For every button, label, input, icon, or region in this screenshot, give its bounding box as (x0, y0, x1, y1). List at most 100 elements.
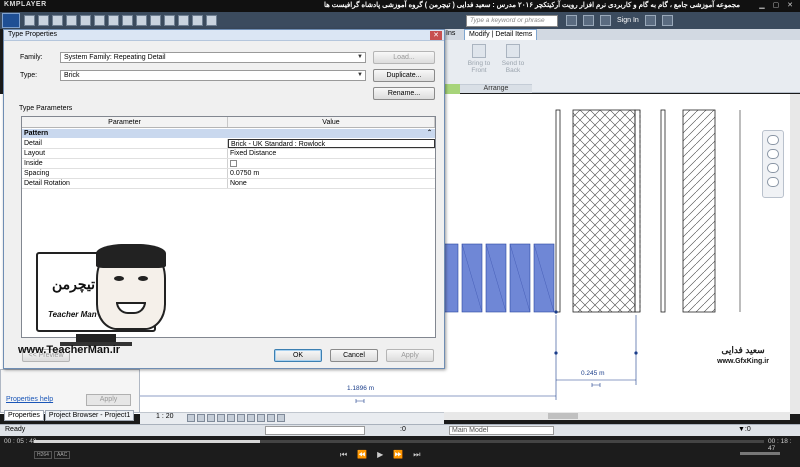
load-button[interactable]: Load... (373, 51, 435, 64)
print-icon[interactable] (80, 15, 91, 26)
table-row[interactable]: Layout Fixed Distance (22, 149, 435, 159)
application-menu-button[interactable] (2, 13, 20, 28)
design-option-dropdown[interactable]: Main Model (449, 426, 554, 435)
param-value-spacing[interactable]: 0.0750 m (228, 169, 435, 178)
sign-in-link[interactable]: Sign In (617, 17, 639, 24)
redo-icon[interactable] (66, 15, 77, 26)
vertical-scrollbar[interactable] (790, 94, 800, 414)
tab-modify-detail-items[interactable]: Modify | Detail Items (464, 29, 538, 40)
rename-button[interactable]: Rename... (373, 87, 435, 100)
view-control-icons (187, 414, 285, 422)
measure-icon[interactable] (94, 15, 105, 26)
collapse-icon[interactable]: ⌃ (427, 129, 432, 138)
workset-dropdown[interactable] (265, 426, 365, 435)
show-crop-icon[interactable] (237, 414, 245, 422)
infocenter: Sign In (566, 15, 673, 26)
3d-view-icon[interactable] (150, 15, 161, 26)
drawing-area[interactable] (444, 94, 800, 414)
family-combo[interactable]: System Family: Repeating Detail ▼ (60, 52, 366, 63)
section-pattern[interactable]: Pattern ⌃ (22, 129, 435, 138)
tag-icon[interactable] (122, 15, 133, 26)
filter-icon[interactable]: ▼:0 (738, 426, 751, 433)
nav-options-icon[interactable] (767, 177, 779, 187)
visual-style-icon[interactable] (197, 414, 205, 422)
column-header-value[interactable]: Value (228, 117, 435, 127)
save-icon[interactable] (38, 15, 49, 26)
column-header-parameter[interactable]: Parameter (22, 117, 228, 127)
volume-slider[interactable] (740, 452, 780, 455)
help-icon[interactable] (661, 15, 673, 26)
window-controls[interactable]: ▁ ▢ ✕ (759, 1, 796, 9)
dimension-icon[interactable] (108, 15, 119, 26)
type-parameters-label: Type Parameters (19, 105, 73, 112)
param-value-layout[interactable]: Fixed Distance (228, 149, 435, 158)
next-icon[interactable]: ⏭ (413, 450, 420, 460)
switch-windows-icon[interactable] (206, 15, 217, 26)
exchange-apps-icon[interactable] (644, 15, 656, 26)
reveal-hidden-icon[interactable] (267, 414, 275, 422)
dialog-title: Type Properties (4, 30, 444, 41)
zoom-icon[interactable] (767, 149, 779, 159)
total-time: 00 : 18 : 47 (768, 438, 792, 452)
search-input[interactable]: Type a keyword or phrase (466, 15, 558, 27)
dimension-label-2[interactable]: 0.245 m (581, 370, 605, 377)
properties-apply-button[interactable]: Apply (86, 394, 131, 406)
table-row[interactable]: Spacing 0.0750 m (22, 169, 435, 179)
temporary-hide-icon[interactable] (257, 414, 265, 422)
bring-to-front-icon (472, 44, 486, 58)
table-row[interactable]: Detail Brick - UK Standard : Rowlock (22, 139, 435, 149)
param-value-detail[interactable]: Brick - UK Standard : Rowlock (228, 139, 435, 148)
search-icon[interactable] (566, 15, 577, 26)
crop-view-icon[interactable] (227, 414, 235, 422)
gfxking-url: www.GfxKing.ir (717, 358, 769, 365)
fast-forward-icon[interactable]: ⏩ (393, 450, 403, 460)
properties-help-link[interactable]: Properties help (6, 396, 53, 403)
tab-properties[interactable]: Properties (4, 410, 44, 421)
tab-insert[interactable]: Ins (446, 30, 455, 37)
open-icon[interactable] (24, 15, 35, 26)
caricature-face (96, 244, 166, 330)
analytical-model-icon[interactable] (277, 414, 285, 422)
audio-codec-badge: AAC (53, 451, 71, 459)
type-combo[interactable]: Brick ▼ (60, 70, 366, 81)
sun-path-icon[interactable] (207, 414, 215, 422)
steering-wheel-icon[interactable] (767, 135, 779, 145)
send-to-back-button[interactable]: Send to Back (498, 44, 528, 74)
scroll-thumb[interactable] (548, 413, 578, 419)
horizontal-scrollbar[interactable] (444, 412, 790, 420)
thin-lines-icon[interactable] (178, 15, 189, 26)
cancel-button[interactable]: Cancel (330, 349, 378, 362)
seek-bar[interactable] (34, 440, 764, 443)
playback-controls: ⏮ ⏪ ▶ ⏩ ⏭ (340, 450, 421, 460)
dimension-label-1[interactable]: 1.1896 m (347, 385, 374, 392)
chevron-down-icon: ▼ (357, 54, 363, 60)
close-icon[interactable]: ✕ (430, 31, 442, 40)
section-icon[interactable] (164, 15, 175, 26)
lock-3d-icon[interactable] (247, 414, 255, 422)
ok-button[interactable]: OK (274, 349, 322, 362)
tab-project-browser[interactable]: Project Browser - Project1 (44, 410, 135, 421)
shadows-icon[interactable] (217, 414, 225, 422)
app-top-bar: Type a keyword or phrase Sign In (0, 12, 800, 29)
text-icon[interactable] (136, 15, 147, 26)
table-row[interactable]: Detail Rotation None (22, 179, 435, 189)
apply-button[interactable]: Apply (386, 349, 434, 362)
pan-icon[interactable] (767, 163, 779, 173)
detail-level-icon[interactable] (187, 414, 195, 422)
teacherman-name: Teacher Man (48, 310, 97, 319)
inside-checkbox[interactable] (230, 160, 237, 167)
bring-to-front-button[interactable]: Bring to Front (464, 44, 494, 74)
rewind-icon[interactable]: ⏪ (357, 450, 367, 460)
close-hidden-icon[interactable] (192, 15, 203, 26)
play-icon[interactable]: ▶ (377, 450, 383, 460)
view-scale[interactable]: 1 : 20 (156, 413, 174, 420)
previous-icon[interactable]: ⏮ (340, 450, 347, 460)
param-value-inside (228, 159, 435, 168)
param-value-detail-rotation[interactable]: None (228, 179, 435, 188)
table-row[interactable]: Inside (22, 159, 435, 169)
undo-icon[interactable] (52, 15, 63, 26)
subscription-icon[interactable] (583, 15, 594, 26)
view-control-bar (140, 412, 444, 424)
player-title-bar: KMPLAYER مجموعه آموزشی جامع ، گام به گام… (0, 0, 800, 12)
duplicate-button[interactable]: Duplicate... (373, 69, 435, 82)
